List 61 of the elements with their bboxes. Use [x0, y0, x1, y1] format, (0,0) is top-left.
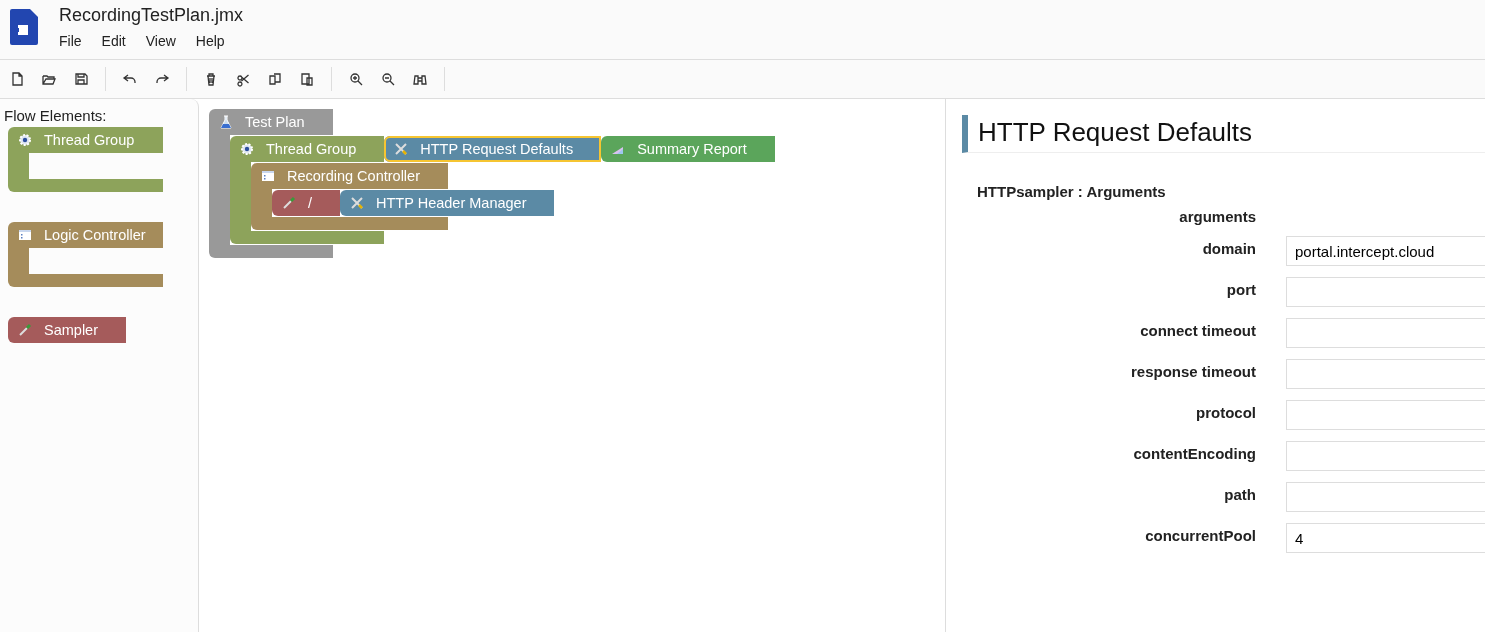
- new-file-icon[interactable]: [9, 71, 25, 87]
- input-field[interactable]: 4: [1286, 523, 1485, 553]
- field-label: response timeout: [1129, 362, 1256, 380]
- sidebar-title: Flow Elements:: [4, 107, 108, 124]
- field-label: path: [1223, 485, 1256, 503]
- gear-icon: [240, 142, 254, 156]
- block-label: HTTP Request Defaults: [420, 141, 574, 157]
- menu-item[interactable]: Help: [195, 33, 225, 49]
- panel-title: HTTP Request Defaults: [962, 115, 1485, 153]
- input-field[interactable]: [1286, 482, 1485, 512]
- dropper-icon: [282, 196, 296, 210]
- listener-block[interactable]: Summary Report: [601, 136, 775, 162]
- group-label: arguments: [1178, 207, 1256, 225]
- field-label: contentEncoding: [1132, 444, 1256, 462]
- paste-icon[interactable]: [299, 71, 315, 87]
- block-label: Thread Group: [266, 141, 357, 157]
- block-label: Logic Controller: [44, 227, 146, 243]
- window-icon: [18, 228, 32, 242]
- config-block[interactable]: HTTP Header Manager: [340, 190, 555, 216]
- field-label: concurrentPool: [1144, 526, 1256, 544]
- input-field[interactable]: [1286, 441, 1485, 471]
- menu-item[interactable]: View: [145, 33, 176, 49]
- dropper-icon: [18, 323, 32, 337]
- block-label: HTTP Header Manager: [376, 195, 527, 211]
- document-icon: [10, 9, 38, 45]
- block-label: Recording Controller: [287, 168, 420, 184]
- save-icon[interactable]: [73, 71, 89, 87]
- field-label: protocol: [1195, 403, 1256, 421]
- block-label: /: [308, 195, 313, 211]
- thread-group-block[interactable]: Thread Group: [230, 136, 385, 162]
- zoom-in-icon[interactable]: [348, 71, 364, 87]
- tools-icon: [350, 196, 365, 210]
- sampler-block[interactable]: Sampler: [8, 317, 126, 343]
- controller-block[interactable]: Recording Controller: [251, 163, 448, 189]
- input-field[interactable]: [1286, 359, 1485, 389]
- field-label: domain: [1201, 239, 1256, 257]
- sampler-block[interactable]: /: [272, 190, 341, 216]
- block-label: Test Plan: [245, 114, 305, 130]
- field-label: connect timeout: [1139, 321, 1256, 339]
- controller-block[interactable]: Logic Controller: [8, 222, 163, 248]
- window-icon: [261, 169, 275, 183]
- test-plan-block[interactable]: Test Plan: [209, 109, 333, 135]
- section-heading: HTTPsampler : Arguments: [977, 183, 1167, 200]
- menu-item[interactable]: Edit: [101, 33, 126, 49]
- block-label: Summary Report: [637, 141, 747, 157]
- menu-item[interactable]: File: [59, 33, 82, 49]
- input-field[interactable]: portal.intercept.cloud: [1286, 236, 1485, 266]
- tools-icon: [394, 142, 409, 156]
- input-field[interactable]: [1286, 400, 1485, 430]
- input-field[interactable]: [1286, 318, 1485, 348]
- config-block[interactable]: HTTP Request Defaults: [384, 136, 602, 162]
- zoom-out-icon[interactable]: [380, 71, 396, 87]
- flask-icon: [219, 115, 233, 129]
- field-label: port: [1225, 280, 1256, 298]
- thread-group-block[interactable]: Thread Group: [8, 127, 163, 153]
- input-field[interactable]: [1286, 277, 1485, 307]
- block-label: Sampler: [44, 322, 98, 338]
- block-label: Thread Group: [44, 132, 135, 148]
- copy-icon[interactable]: [267, 71, 283, 87]
- gear-icon: [18, 133, 32, 147]
- window-title: RecordingTestPlan.jmx: [59, 5, 245, 26]
